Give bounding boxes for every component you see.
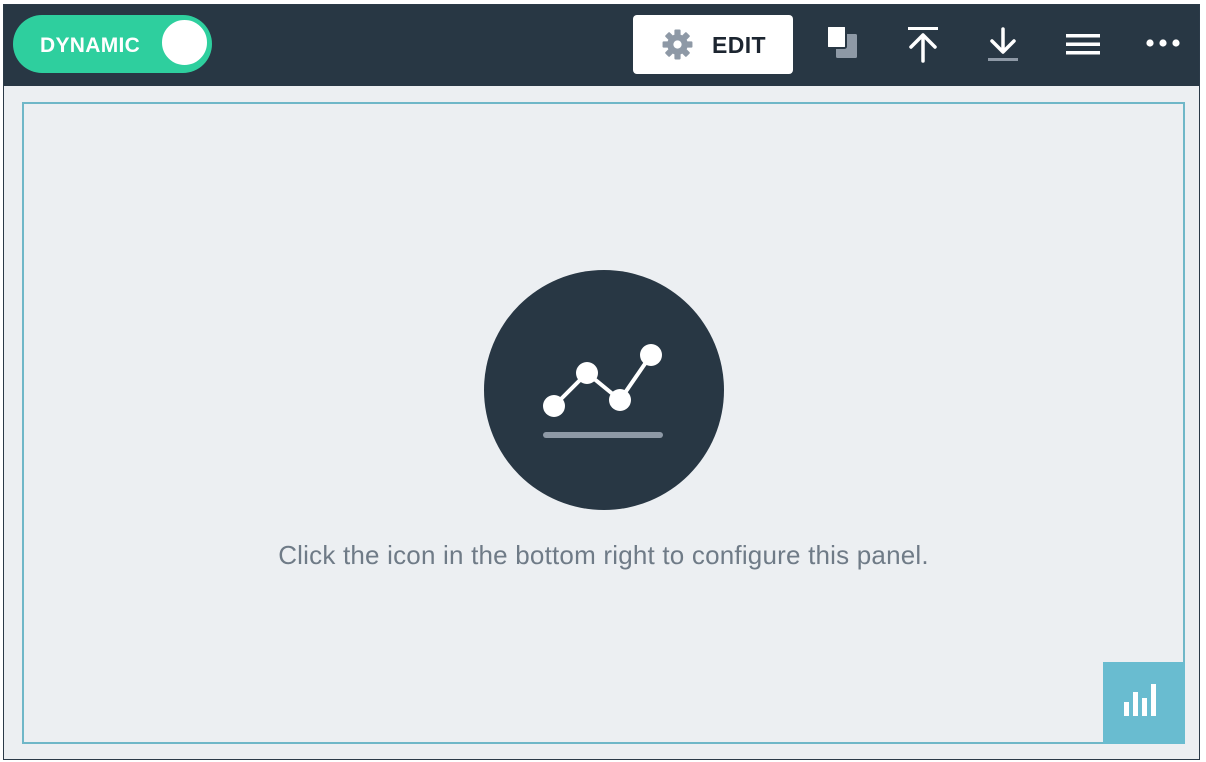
configure-panel-button[interactable]	[1103, 662, 1185, 744]
edit-button-label: EDIT	[712, 32, 766, 58]
empty-state-message: Click the icon in the bottom right to co…	[278, 540, 929, 570]
bar-chart-icon	[1124, 684, 1156, 716]
panel-widget: DYNAMIC EDIT Click the icon in the botto…	[3, 4, 1200, 760]
panel-body: Click the icon in the bottom right to co…	[22, 102, 1185, 744]
duplicate-icon[interactable]	[823, 25, 863, 65]
toolbar: DYNAMIC EDIT	[4, 5, 1199, 86]
download-icon[interactable]	[983, 25, 1023, 65]
edit-button[interactable]: EDIT	[633, 15, 793, 74]
upload-icon[interactable]	[903, 25, 943, 65]
dynamic-toggle[interactable]: DYNAMIC	[13, 15, 212, 73]
gear-icon	[662, 29, 693, 60]
toggle-knob	[160, 18, 209, 67]
dynamic-toggle-label: DYNAMIC	[40, 34, 141, 57]
more-icon[interactable]	[1143, 25, 1183, 65]
line-chart-icon	[484, 270, 724, 510]
menu-icon[interactable]	[1063, 25, 1103, 65]
